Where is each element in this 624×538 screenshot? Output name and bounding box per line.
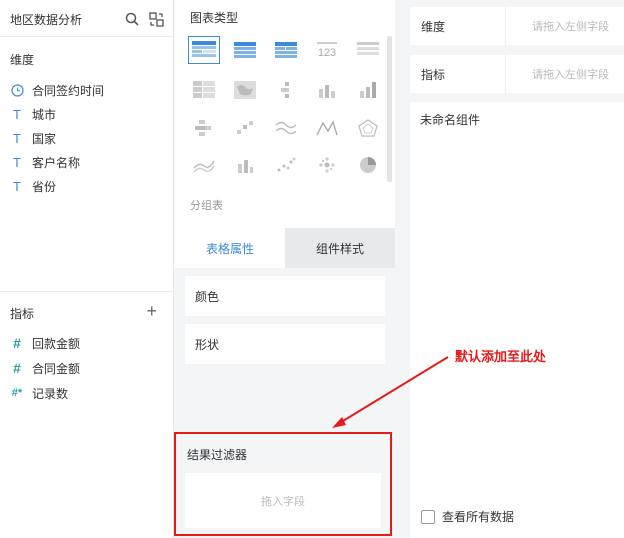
stacked-area-icon[interactable] — [188, 151, 220, 179]
highlight-box — [174, 432, 392, 536]
chart-type-section: 图表类型 123 分组表 — [175, 0, 395, 228]
metric-field-contract-amount[interactable]: # 合同金额 — [10, 358, 80, 378]
chart-widget[interactable]: 未命名组件 查看所有数据 — [410, 102, 624, 538]
combo-chart-icon[interactable] — [229, 151, 261, 179]
text-type-icon: T — [13, 130, 21, 146]
grouped-table-icon[interactable] — [188, 76, 220, 104]
line-chart-icon[interactable] — [270, 114, 302, 142]
map-chart-icon[interactable] — [229, 76, 261, 104]
metric-slot-label: 指标 — [410, 55, 506, 93]
metric-slot-placeholder: 请拖入左侧字段 — [532, 69, 609, 81]
text-type-icon: T — [13, 178, 21, 194]
metrics-divider — [0, 291, 173, 292]
scatter-chart-icon[interactable] — [270, 151, 302, 179]
kpi-number-label: 123 — [318, 47, 336, 59]
widget-title[interactable]: 未命名组件 — [420, 111, 480, 128]
column-chart-icon[interactable] — [311, 76, 343, 104]
dataset-title: 地区数据分析 — [10, 12, 83, 27]
data-panel: 地区数据分析 维度 合同签约时间 T 城市 T 国家 T 客户名称 T 省份 指… — [0, 0, 174, 538]
field-name: 记录数 — [32, 386, 69, 401]
hash-star-icon: #* — [11, 387, 23, 399]
kpi-number-icon[interactable]: 123 — [311, 36, 343, 64]
chart-type-title: 图表类型 — [190, 11, 239, 25]
radar-chart-icon[interactable] — [352, 114, 384, 142]
metrics-label: 指标 — [10, 307, 35, 321]
field-name: 回款金额 — [32, 336, 81, 351]
metric-drop-slot[interactable]: 指标 请拖入左侧字段 — [410, 55, 624, 93]
cross-table-icon[interactable] — [229, 36, 261, 64]
shape-property[interactable]: 形状 — [185, 324, 385, 364]
field-name: 城市 — [32, 107, 57, 122]
hash-icon: # — [13, 360, 21, 376]
field-name: 合同金额 — [32, 361, 81, 376]
table-chart-icon[interactable] — [188, 36, 220, 64]
add-metric-icon[interactable]: + — [146, 302, 157, 320]
grouped-bar-icon[interactable] — [188, 114, 220, 142]
metric-field-record-count[interactable]: #* 记录数 — [10, 383, 68, 403]
stacked-column-icon[interactable] — [352, 76, 384, 104]
hash-icon: # — [13, 335, 21, 351]
tab-component-style[interactable]: 组件样式 — [285, 228, 395, 268]
pie-chart-icon[interactable] — [352, 151, 384, 179]
dimension-field-customer[interactable]: T 客户名称 — [10, 152, 80, 172]
show-all-label: 查看所有数据 — [442, 510, 515, 524]
text-type-icon: T — [13, 106, 21, 122]
dimension-field-province[interactable]: T 省份 — [10, 176, 56, 196]
field-name: 合同签约时间 — [32, 83, 105, 98]
text-type-icon: T — [13, 154, 21, 170]
dimension-slot-placeholder: 请拖入左侧字段 — [532, 21, 609, 33]
color-property[interactable]: 颜色 — [185, 276, 385, 316]
dimension-field-city[interactable]: T 城市 — [10, 104, 56, 124]
switch-dataset-icon[interactable] — [147, 10, 165, 28]
dimension-drop-slot[interactable]: 维度 请拖入左侧字段 — [410, 7, 624, 45]
bubble-chart-icon[interactable] — [311, 151, 343, 179]
list-chart-icon[interactable] — [352, 36, 384, 64]
canvas-panel: 维度 请拖入左侧字段 指标 请拖入左侧字段 未命名组件 查看所有数据 — [410, 0, 624, 538]
dataset-header: 地区数据分析 — [10, 9, 165, 29]
field-name: 国家 — [32, 131, 57, 146]
chart-group-label: 分组表 — [190, 200, 223, 212]
clock-icon — [10, 83, 24, 97]
field-name: 省份 — [32, 179, 57, 194]
area-chart-icon[interactable] — [311, 114, 343, 142]
dimension-field-contract-time[interactable]: 合同签约时间 — [10, 80, 104, 100]
chart-type-scrollbar[interactable] — [387, 36, 392, 182]
dimension-slot-label: 维度 — [410, 7, 506, 45]
show-all-data-toggle[interactable]: 查看所有数据 — [421, 508, 514, 525]
show-all-checkbox[interactable] — [421, 509, 435, 524]
header-divider — [0, 36, 173, 37]
field-name: 客户名称 — [32, 155, 81, 170]
dimensions-label: 维度 — [10, 53, 35, 67]
annotation-label: 默认添加至此处 — [455, 349, 547, 364]
search-icon[interactable] — [123, 10, 141, 28]
tab-table-properties[interactable]: 表格属性 — [175, 228, 285, 268]
dimension-field-country[interactable]: T 国家 — [10, 128, 56, 148]
metric-field-payment-amount[interactable]: # 回款金额 — [10, 333, 80, 353]
property-tabs: 表格属性 组件样式 — [175, 228, 395, 268]
detail-table-icon[interactable] — [270, 36, 302, 64]
scatter-step-icon[interactable] — [229, 114, 261, 142]
bar-horizontal-icon[interactable] — [270, 76, 302, 104]
